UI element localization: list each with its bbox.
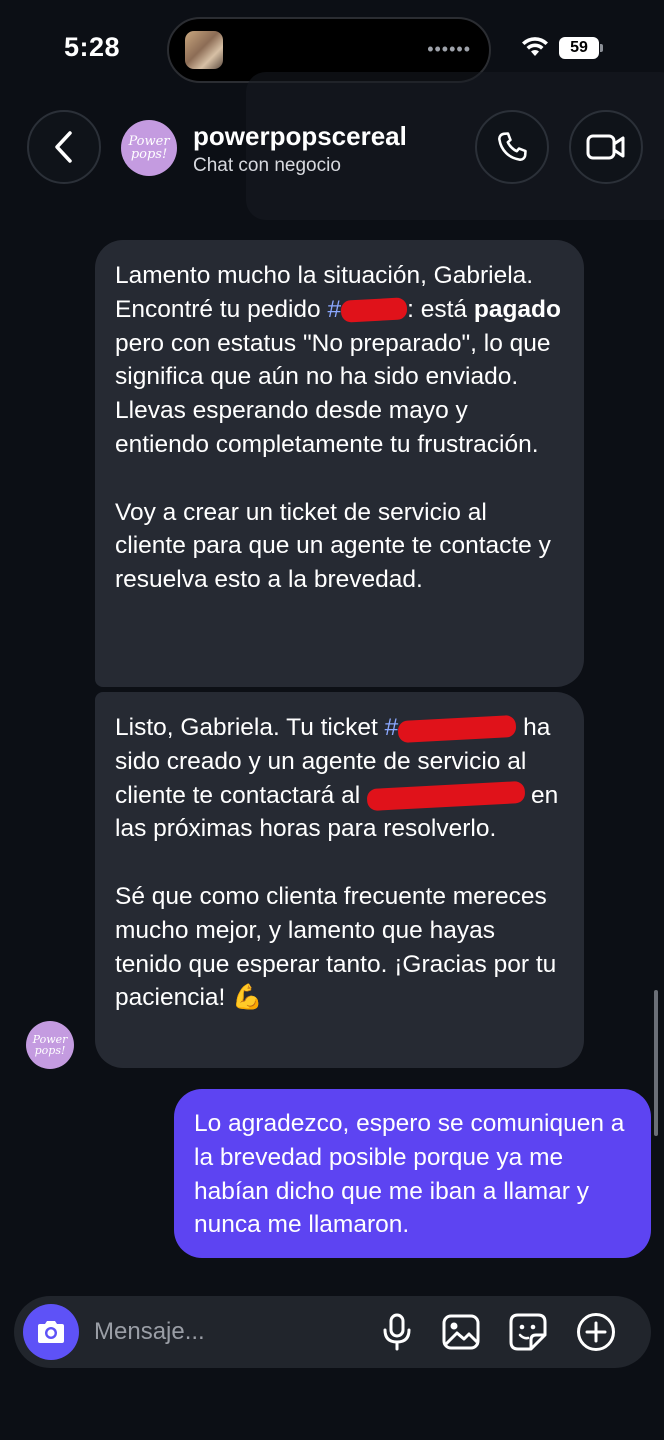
redaction-mark	[340, 297, 408, 324]
image-icon	[442, 1314, 480, 1350]
message-paragraph: Sé que como clienta frecuente mereces mu…	[115, 882, 557, 1012]
sticker-icon	[509, 1313, 547, 1351]
ticket-number-prefix: #	[384, 714, 399, 741]
camera-button[interactable]	[23, 1304, 79, 1360]
wifi-icon	[522, 37, 548, 56]
business-avatar[interactable]: Power pops!	[121, 120, 177, 176]
message-composer	[14, 1296, 651, 1368]
battery-level: 59	[570, 39, 588, 56]
bold-text: pagado	[473, 295, 561, 323]
message-text: pero con estatus "No preparado", lo que …	[115, 329, 551, 458]
voice-call-button[interactable]	[475, 110, 549, 184]
voice-message-button[interactable]	[377, 1312, 417, 1352]
chat-subtitle: Chat con negocio	[193, 155, 341, 176]
battery-nub	[600, 44, 603, 52]
chat-title[interactable]: powerpopscereal	[193, 121, 407, 152]
plus-circle-icon	[577, 1313, 615, 1351]
island-dots: ••••••	[427, 39, 471, 59]
message-text: : está	[407, 295, 474, 323]
microphone-icon	[383, 1313, 411, 1351]
sticker-button[interactable]	[508, 1312, 548, 1352]
message-paragraph: Voy a crear un ticket de servicio al cli…	[115, 498, 551, 594]
more-options-button[interactable]	[576, 1312, 616, 1352]
message-text: Listo, Gabriela. Tu ticket	[115, 714, 385, 741]
island-photo-thumbnail	[185, 31, 223, 69]
back-chevron-icon	[55, 131, 72, 163]
battery-icon: 59	[559, 37, 599, 59]
ticket-number-link[interactable]: #	[384, 714, 517, 743]
video-camera-icon	[586, 134, 625, 160]
message-input[interactable]	[94, 1314, 364, 1350]
video-call-button[interactable]	[569, 110, 643, 184]
message-paragraph: Listo, Gabriela. Tu ticket # ha sido cre…	[115, 711, 564, 846]
redaction-mark	[397, 714, 517, 743]
order-number-link[interactable]: #	[327, 295, 408, 324]
message-paragraph: Lamento mucho la situación, Gabriela. En…	[115, 259, 564, 462]
camera-icon	[38, 1321, 64, 1343]
avatar-logo-text: Power pops!	[32, 1033, 68, 1057]
avatar-logo-text: Power pops!	[128, 134, 170, 162]
status-time: 5:28	[64, 32, 121, 62]
message-text: Lo agradezco, espero se comuniquen a la …	[194, 1110, 625, 1239]
business-avatar-small[interactable]: Power pops!	[26, 1021, 74, 1069]
order-number-prefix: #	[327, 295, 342, 323]
outgoing-message-bubble[interactable]: Lo agradezco, espero se comuniquen a la …	[174, 1089, 651, 1258]
incoming-message-bubble[interactable]: Lamento mucho la situación, Gabriela. En…	[95, 240, 584, 687]
scroll-indicator[interactable]	[654, 990, 658, 1136]
redaction-mark	[366, 781, 526, 812]
gallery-button[interactable]	[441, 1312, 481, 1352]
incoming-message-bubble[interactable]: Listo, Gabriela. Tu ticket # ha sido cre…	[95, 692, 584, 1068]
back-button[interactable]	[27, 110, 101, 184]
phone-icon	[498, 132, 527, 161]
